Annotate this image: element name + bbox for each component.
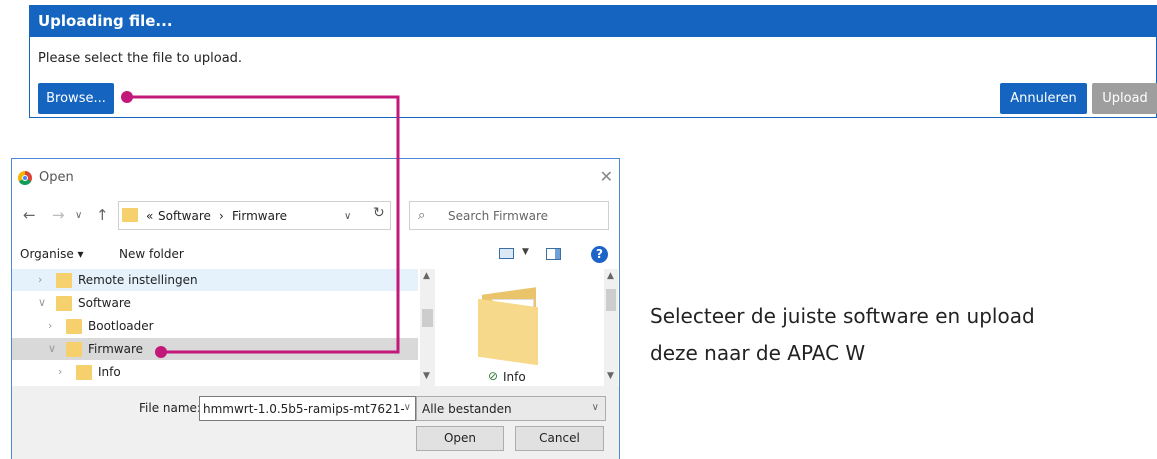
file-type-value: Alle bestanden — [422, 402, 512, 416]
breadcrumb-separator: › — [219, 209, 224, 223]
tree-item-label: Remote instellingen — [78, 273, 198, 287]
file-name-dropdown-icon[interactable]: ∨ — [404, 402, 411, 413]
tree-item-software[interactable]: ∨ Software — [12, 292, 418, 314]
expand-chevron-icon[interactable]: › — [38, 273, 42, 286]
browse-button[interactable]: Browse... — [38, 83, 114, 114]
caption-line-2: deze naar de APAC W — [650, 341, 866, 365]
folder-front-shape — [478, 298, 538, 366]
tree-item-bootloader[interactable]: › Bootloader — [12, 315, 418, 337]
up-arrow-icon[interactable]: ↑ — [96, 206, 109, 224]
folder-icon — [76, 365, 92, 380]
scroll-down-icon[interactable]: ▼ — [607, 371, 614, 381]
folder-tree: › Remote instellingen ∨ Software › Bootl… — [12, 269, 435, 386]
dialog-titlebar: Open ✕ — [12, 159, 619, 199]
scroll-thumb[interactable] — [606, 289, 616, 311]
scroll-down-icon[interactable]: ▼ — [423, 371, 430, 381]
file-list-scrollbar[interactable]: ▲ ▼ — [604, 269, 618, 386]
close-icon[interactable]: ✕ — [600, 167, 613, 186]
tree-item-remote-instellingen[interactable]: › Remote instellingen — [12, 269, 418, 291]
tree-item-firmware[interactable]: ∨ Firmware — [12, 338, 418, 360]
search-field[interactable]: ⌕ Search Firmware — [409, 201, 609, 230]
tree-item-label: Firmware — [88, 342, 143, 356]
help-icon[interactable]: ? — [591, 246, 608, 263]
caption-line-1: Selecteer de juiste software en upload — [650, 304, 1035, 328]
folder-item-info[interactable] — [474, 287, 540, 366]
folder-icon — [56, 273, 72, 288]
chrome-icon — [18, 171, 32, 185]
recent-locations-icon[interactable]: ∨ — [75, 210, 82, 221]
folder-icon — [66, 342, 82, 357]
annuleren-button[interactable]: Annuleren — [1000, 83, 1087, 114]
upload-message: Please select the file to upload. — [38, 51, 243, 66]
breadcrumb-firmware[interactable]: Firmware — [232, 209, 287, 223]
address-dropdown-icon[interactable]: ∨ — [344, 211, 351, 222]
sync-status-icon: ⊘ — [488, 369, 499, 383]
open-file-dialog: Open ✕ ← → ∨ ↑ « Software › Firmware ∨ ↻… — [11, 158, 620, 459]
view-dropdown-icon[interactable]: ▼ — [522, 247, 529, 257]
dialog-title: Open — [39, 170, 74, 185]
new-folder-button[interactable]: New folder — [119, 247, 184, 261]
scroll-up-icon[interactable]: ▲ — [607, 271, 614, 281]
upload-dialog-title: Uploading file... — [30, 6, 1156, 37]
back-arrow-icon[interactable]: ← — [23, 206, 36, 224]
folder-icon — [122, 208, 138, 222]
upload-button[interactable]: Upload — [1092, 83, 1157, 114]
navigation-bar: ← → ∨ ↑ « Software › Firmware ∨ ↻ ⌕ Sear… — [12, 199, 619, 233]
breadcrumb-overflow[interactable]: « — [146, 209, 153, 223]
dialog-footer: File name: hmmwrt-1.0.5b5-ramips-mt7621-… — [12, 386, 619, 459]
search-icon: ⌕ — [418, 208, 426, 223]
expand-chevron-icon[interactable]: › — [58, 365, 62, 378]
scroll-thumb[interactable] — [422, 309, 433, 327]
forward-arrow-icon[interactable]: → — [52, 206, 65, 224]
breadcrumb-software[interactable]: Software — [158, 209, 211, 223]
file-name-value: hmmwrt-1.0.5b5-ramips-mt7621- — [203, 402, 405, 416]
preview-pane-icon[interactable] — [546, 248, 561, 260]
cancel-button[interactable]: Cancel — [515, 426, 604, 451]
scroll-up-icon[interactable]: ▲ — [423, 271, 430, 281]
chevron-down-icon: ∨ — [591, 402, 599, 413]
instruction-caption: Selecteer de juiste software en upload d… — [650, 298, 1035, 372]
upload-dialog: Uploading file... Please select the file… — [29, 5, 1157, 118]
expand-chevron-icon[interactable]: › — [48, 319, 52, 332]
tree-item-label: Info — [98, 365, 121, 379]
folder-item-label[interactable]: Info — [503, 370, 526, 384]
organise-menu[interactable]: Organise ▾ — [20, 247, 84, 261]
dialog-toolbar: Organise ▾ New folder ▼ ? — [12, 239, 619, 269]
file-name-input[interactable]: hmmwrt-1.0.5b5-ramips-mt7621- ∨ — [199, 396, 416, 421]
open-button[interactable]: Open — [416, 426, 504, 451]
file-name-label: File name: — [139, 401, 201, 415]
collapse-chevron-icon[interactable]: ∨ — [38, 296, 46, 309]
view-options-icon[interactable] — [499, 248, 514, 259]
address-bar[interactable]: « Software › Firmware ∨ — [118, 201, 391, 230]
file-type-select[interactable]: Alle bestanden ∨ — [416, 396, 606, 421]
tree-item-label: Software — [78, 296, 131, 310]
tree-item-label: Bootloader — [88, 319, 154, 333]
folder-icon — [56, 296, 72, 311]
collapse-chevron-icon[interactable]: ∨ — [48, 342, 56, 355]
search-placeholder: Search Firmware — [448, 209, 549, 223]
tree-item-info[interactable]: › Info — [12, 361, 418, 383]
refresh-icon[interactable]: ↻ — [373, 205, 385, 221]
tree-scrollbar[interactable]: ▲ ▼ — [420, 269, 435, 386]
file-list-pane: ⊘ Info ▲ ▼ — [436, 269, 619, 386]
folder-icon — [66, 319, 82, 334]
